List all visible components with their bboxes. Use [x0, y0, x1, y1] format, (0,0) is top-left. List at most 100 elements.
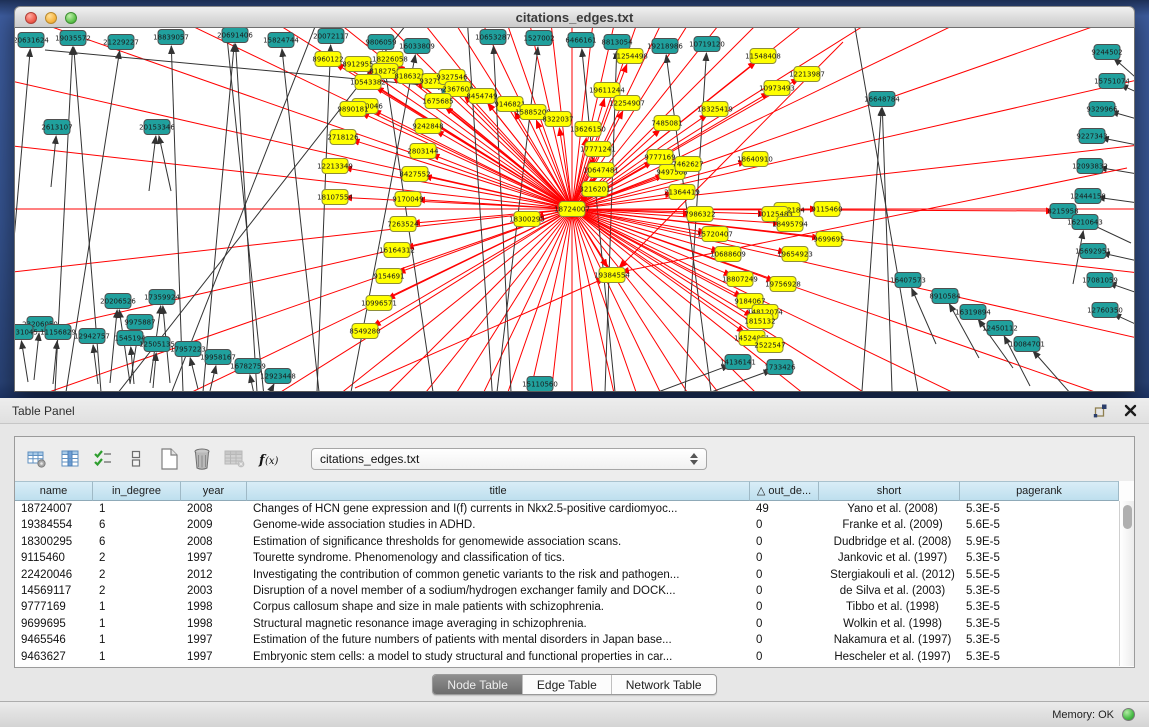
graph-node[interactable]: 9154691	[373, 269, 404, 284]
graph-node[interactable]: 18495794	[772, 217, 808, 232]
graph-node[interactable]: 8322037	[542, 112, 573, 127]
graph-node[interactable]: 6466161	[565, 33, 596, 48]
graph-node[interactable]: 21364419	[664, 185, 700, 200]
graph-node[interactable]: 20631624	[15, 33, 49, 48]
graph-node[interactable]: 16210643	[1067, 215, 1103, 230]
graph-node[interactable]: 3216201	[579, 182, 610, 197]
table-scrollbar-thumb[interactable]	[1123, 505, 1132, 529]
graph-node[interactable]: 15720407	[697, 227, 733, 242]
graph-node[interactable]: 12923448	[260, 369, 296, 384]
tab-network-table[interactable]: Network Table	[611, 675, 716, 694]
graph-node[interactable]: 12213987	[789, 67, 825, 82]
graph-node[interactable]: 9699695	[813, 232, 844, 247]
graph-node[interactable]: 11548408	[745, 49, 781, 64]
graph-node[interactable]: 19654923	[777, 247, 813, 262]
graph-node[interactable]: 19756928	[765, 277, 801, 292]
graph-node[interactable]: 12213349	[317, 159, 353, 174]
graph-node[interactable]: 11156829	[40, 325, 76, 340]
graph-node[interactable]: 19384554	[594, 268, 630, 283]
graph-node[interactable]: 10688609	[710, 247, 746, 262]
graph-node[interactable]: 11254498	[612, 49, 648, 64]
graph-node[interactable]: 18300295	[509, 212, 545, 227]
graph-node[interactable]: 20153346	[139, 120, 175, 135]
graph-node[interactable]: 2613107	[41, 120, 72, 135]
column-header-title[interactable]: title	[247, 481, 750, 501]
clear-selection-icon[interactable]	[124, 446, 148, 472]
graph-node[interactable]: 9242848	[412, 119, 443, 134]
graph-node[interactable]: 16648784	[864, 92, 900, 107]
graph-node[interactable]: 9170049	[392, 192, 423, 207]
select-all-icon[interactable]	[91, 446, 115, 472]
graph-node[interactable]: 12450112	[982, 321, 1018, 336]
graph-node[interactable]: 16407573	[890, 273, 926, 288]
close-panel-icon[interactable]	[1124, 404, 1137, 417]
table-options-icon[interactable]	[25, 446, 49, 472]
graph-node[interactable]: 2718126	[327, 130, 359, 145]
graph-node[interactable]: 8549280	[349, 324, 380, 339]
graph-node[interactable]: 15110560	[522, 377, 558, 392]
delete-column-icon[interactable]	[190, 446, 214, 472]
graph-node[interactable]: 10973493	[759, 81, 795, 96]
graph-node[interactable]: 20691406	[217, 28, 253, 43]
graph-node[interactable]: 9777169	[644, 150, 675, 165]
graph-node[interactable]: 16033809	[399, 39, 435, 54]
graph-node[interactable]: 10084701	[1009, 337, 1045, 352]
zoom-window-button[interactable]	[65, 12, 77, 24]
graph-node[interactable]: 9329966	[1086, 102, 1118, 117]
graph-node[interactable]: 17771241	[580, 142, 616, 157]
graph-node[interactable]: 8910584	[929, 289, 961, 304]
graph-node[interactable]: 9115460	[811, 202, 842, 217]
column-header-in_degree[interactable]: in_degree	[93, 481, 181, 501]
graph-node[interactable]: 12942757	[74, 329, 110, 344]
graph-node[interactable]: 7462627	[672, 157, 703, 172]
graph-node[interactable]: 18724007	[554, 202, 590, 217]
table-selector[interactable]: citations_edges.txt	[311, 448, 707, 470]
graph-node[interactable]: 10647481	[583, 163, 619, 178]
graph-node[interactable]: 18807249	[722, 272, 758, 287]
close-window-button[interactable]	[25, 12, 37, 24]
minimize-window-button[interactable]	[45, 12, 57, 24]
graph-node[interactable]: 7263524	[387, 217, 419, 232]
graph-node[interactable]: 8427552	[399, 167, 430, 182]
float-panel-icon[interactable]	[1093, 403, 1108, 418]
graph-node[interactable]: 7986322	[684, 207, 715, 222]
graph-node[interactable]: 9227343	[1076, 129, 1107, 144]
graph-node[interactable]: 10653287	[475, 30, 511, 45]
table-row[interactable]: 946554611997Estimation of the future num…	[15, 632, 1134, 648]
table-row[interactable]: 969969511998Structural magnetic resonanc…	[15, 616, 1134, 632]
graph-node[interactable]: 18325419	[697, 102, 733, 117]
graph-node[interactable]: 9806059	[365, 35, 396, 50]
graph-node[interactable]: 10996571	[361, 296, 397, 311]
column-header-year[interactable]: year	[181, 481, 247, 501]
column-header-name[interactable]: name	[15, 481, 93, 501]
tab-node-table[interactable]: Node Table	[433, 675, 522, 694]
graph-node[interactable]: 21229227	[103, 35, 139, 50]
graph-node[interactable]: 16164312	[379, 243, 415, 258]
tab-edge-table[interactable]: Edge Table	[522, 675, 611, 694]
graph-node[interactable]: 18640910	[737, 152, 773, 167]
graph-node[interactable]: 9244502	[1091, 45, 1122, 60]
graph-node[interactable]: 16782759	[230, 359, 266, 374]
table-row[interactable]: 946362711997Embryonic stem cells: a mode…	[15, 649, 1134, 665]
table-body[interactable]: 1872400712008Changes of HCN gene express…	[15, 501, 1134, 665]
graph-node[interactable]: 17081059	[1082, 273, 1118, 288]
graph-node[interactable]: 13626150	[570, 122, 606, 137]
graph-node[interactable]: 18107554	[317, 190, 353, 205]
network-canvas[interactable]: 1872400720631624190355722122922718839057…	[14, 28, 1135, 392]
graph-node[interactable]: 12254907	[609, 96, 645, 111]
graph-node[interactable]: 8960122	[312, 52, 343, 67]
graph-node[interactable]: 1675685	[422, 94, 453, 109]
graph-node[interactable]: 9890181	[337, 102, 368, 117]
network-window-titlebar[interactable]: citations_edges.txt	[14, 6, 1135, 28]
show-columns-icon[interactable]	[58, 446, 82, 472]
column-header-pagerank[interactable]: pagerank	[960, 481, 1119, 501]
table-row[interactable]: 2242004622012Investigating the contribut…	[15, 567, 1134, 583]
graph-node[interactable]: 15824744	[263, 33, 299, 48]
column-header-short[interactable]: short	[819, 481, 960, 501]
citation-network-graph[interactable]: 1872400720631624190355722122922718839057…	[15, 28, 1134, 391]
graph-node[interactable]: 7485081	[651, 116, 682, 131]
function-builder-icon[interactable]: f (x)	[256, 446, 288, 472]
graph-node[interactable]: 14136141	[720, 355, 756, 370]
graph-node[interactable]: 15692951	[1075, 244, 1111, 259]
graph-node[interactable]: 19218986	[647, 39, 683, 54]
